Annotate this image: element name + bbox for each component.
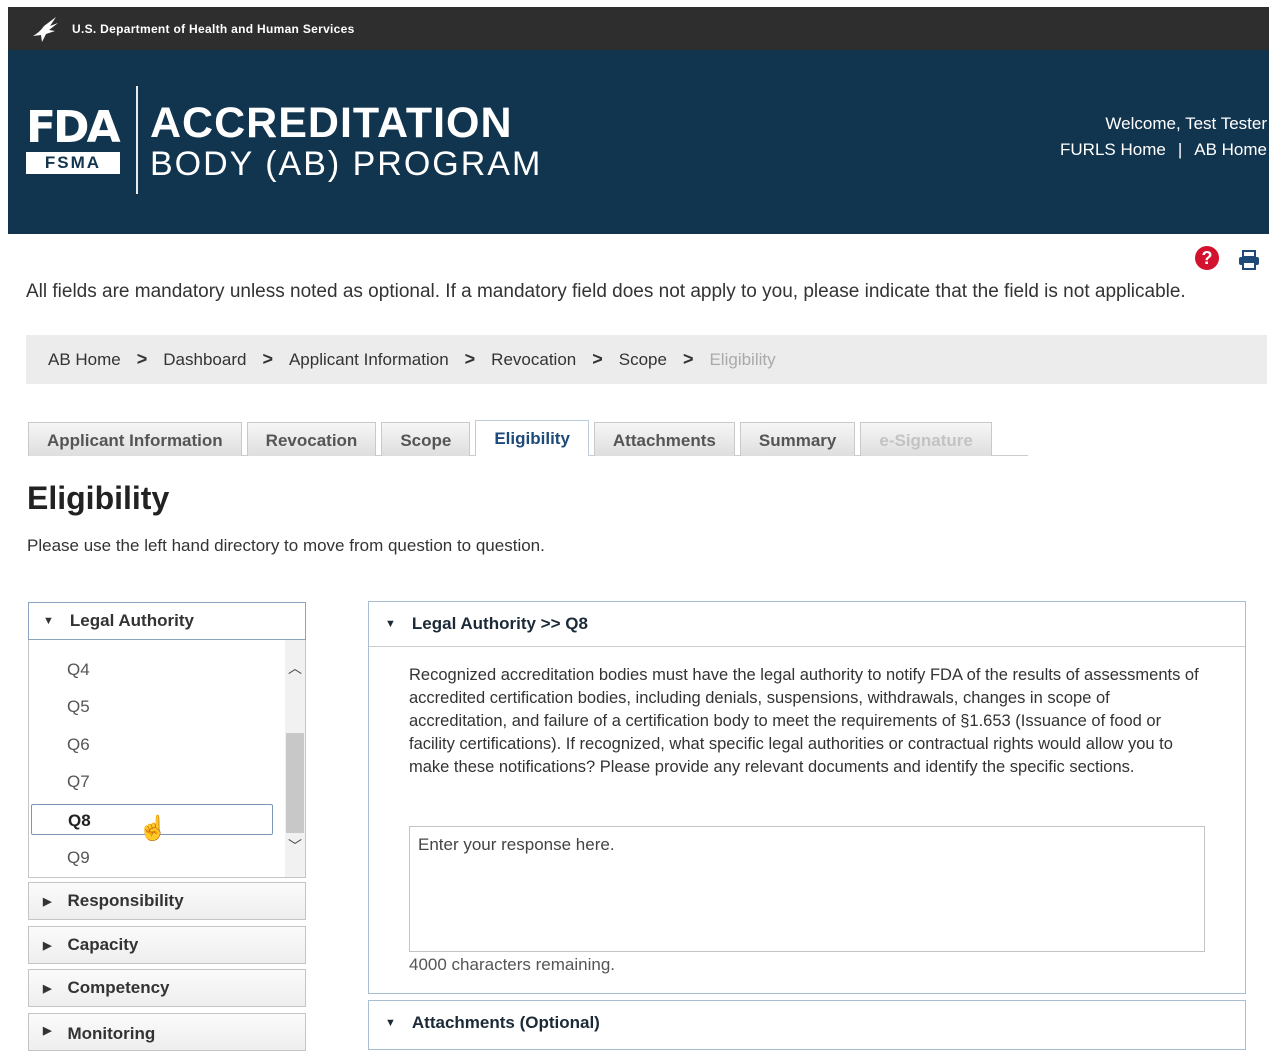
caret-down-icon: ▼ [43,615,54,627]
chevron-right-icon: > [682,349,694,369]
breadcrumb-revocation[interactable]: Revocation [491,350,576,370]
question-card: ▼ Legal Authority >> Q8 Recognized accre… [368,601,1246,994]
breadcrumb: AB Home > Dashboard > Applicant Informat… [26,335,1267,384]
breadcrumb-scope[interactable]: Scope [619,350,667,370]
tab-scope[interactable]: Scope [381,422,471,456]
program-title: ACCREDITATION BODY (AB) PROGRAM [150,100,542,182]
question-q7[interactable]: Q7 [67,772,90,792]
chevron-right-icon: > [464,349,476,369]
caret-right-icon: ▶ [43,895,52,908]
help-icon[interactable]: ? [1195,246,1219,270]
breadcrumb-current: Eligibility [709,349,776,369]
section-responsibility[interactable]: ▶ Responsibility [28,882,306,920]
question-list-scrollbar[interactable]: ︿ ﹀ [285,640,305,877]
tab-summary[interactable]: Summary [739,422,856,456]
caret-right-icon: ▶ [43,982,52,995]
chevron-right-icon: > [262,349,273,369]
fda-logo-text: FDA [26,102,121,153]
fda-fsma-logo: FDA FSMA [26,106,122,174]
chevron-up-icon[interactable]: ︿ [287,658,303,678]
chevron-right-icon: > [592,349,603,369]
question-card-header[interactable]: ▼ Legal Authority >> Q8 [369,602,1245,647]
tab-attachments[interactable]: Attachments [593,422,735,456]
user-nav: Welcome, Test Tester FURLS Home | AB Home [1060,111,1267,163]
section-competency[interactable]: ▶ Competency [28,969,306,1007]
section-monitoring[interactable]: ▶ Monitoring [28,1013,306,1051]
attachments-heading: Attachments (Optional) [411,1013,600,1032]
chevron-down-icon[interactable]: ﹀ [287,836,303,856]
section-legal-authority[interactable]: ▼ Legal Authority [28,602,306,640]
tab-bar: Applicant Information Revocation Scope E… [28,420,997,456]
furls-home-link[interactable]: FURLS Home [1060,140,1166,159]
banner-divider [136,86,138,194]
hhs-agency-name: U.S. Department of Health and Human Serv… [72,21,355,36]
section-capacity[interactable]: ▶ Capacity [28,926,306,964]
section-label: Monitoring [67,1024,156,1043]
page-instructions: Please use the left hand directory to mo… [27,536,545,555]
breadcrumb-applicant-information[interactable]: Applicant Information [289,350,449,370]
hhs-eagle-icon [33,16,58,42]
tab-revocation[interactable]: Revocation [246,422,377,456]
nav-separator: | [1177,140,1183,159]
question-q6[interactable]: Q6 [67,735,90,755]
question-q5[interactable]: Q5 [67,697,90,717]
caret-right-icon: ▶ [43,1025,52,1037]
welcome-text: Welcome, Test Tester [1105,114,1267,133]
response-textarea[interactable] [409,826,1205,952]
print-icon[interactable] [1238,250,1260,270]
section-label: Capacity [67,935,139,954]
program-banner: FDA FSMA ACCREDITATION BODY (AB) PROGRAM… [8,50,1269,234]
question-q9[interactable]: Q9 [67,848,90,868]
fsma-logo-text: FSMA [26,152,120,174]
question-q4[interactable]: Q4 [67,660,90,680]
caret-down-icon: ▼ [385,618,396,630]
hhs-bar: U.S. Department of Health and Human Serv… [8,7,1269,50]
tab-e-signature: e-Signature [860,422,992,456]
scrollbar-thumb[interactable] [286,733,304,833]
caret-down-icon: ▼ [385,1017,396,1029]
caret-right-icon: ▶ [43,939,52,952]
ab-home-link[interactable]: AB Home [1194,140,1267,159]
question-text: Recognized accreditation bodies must hav… [409,666,1199,776]
section-label: Competency [67,978,170,997]
chevron-right-icon: > [136,349,148,369]
page-title: Eligibility [27,480,170,516]
question-heading: Legal Authority >> Q8 [411,614,588,633]
tab-eligibility[interactable]: Eligibility [475,420,589,456]
section-label: Responsibility [67,891,184,910]
characters-remaining: 4000 characters remaining. [409,955,616,974]
breadcrumb-dashboard[interactable]: Dashboard [163,350,246,370]
program-title-line1: ACCREDITATION [150,99,513,147]
mandatory-notice: All fields are mandatory unless noted as… [26,281,1186,302]
program-title-line2: BODY (AB) PROGRAM [150,145,543,183]
tab-applicant-information[interactable]: Applicant Information [28,422,242,456]
attachments-card[interactable]: ▼ Attachments (Optional) [368,1000,1246,1050]
section-label: Legal Authority [69,611,194,630]
breadcrumb-ab-home[interactable]: AB Home [48,350,121,370]
pointer-hand-icon: ☝ [138,815,168,842]
